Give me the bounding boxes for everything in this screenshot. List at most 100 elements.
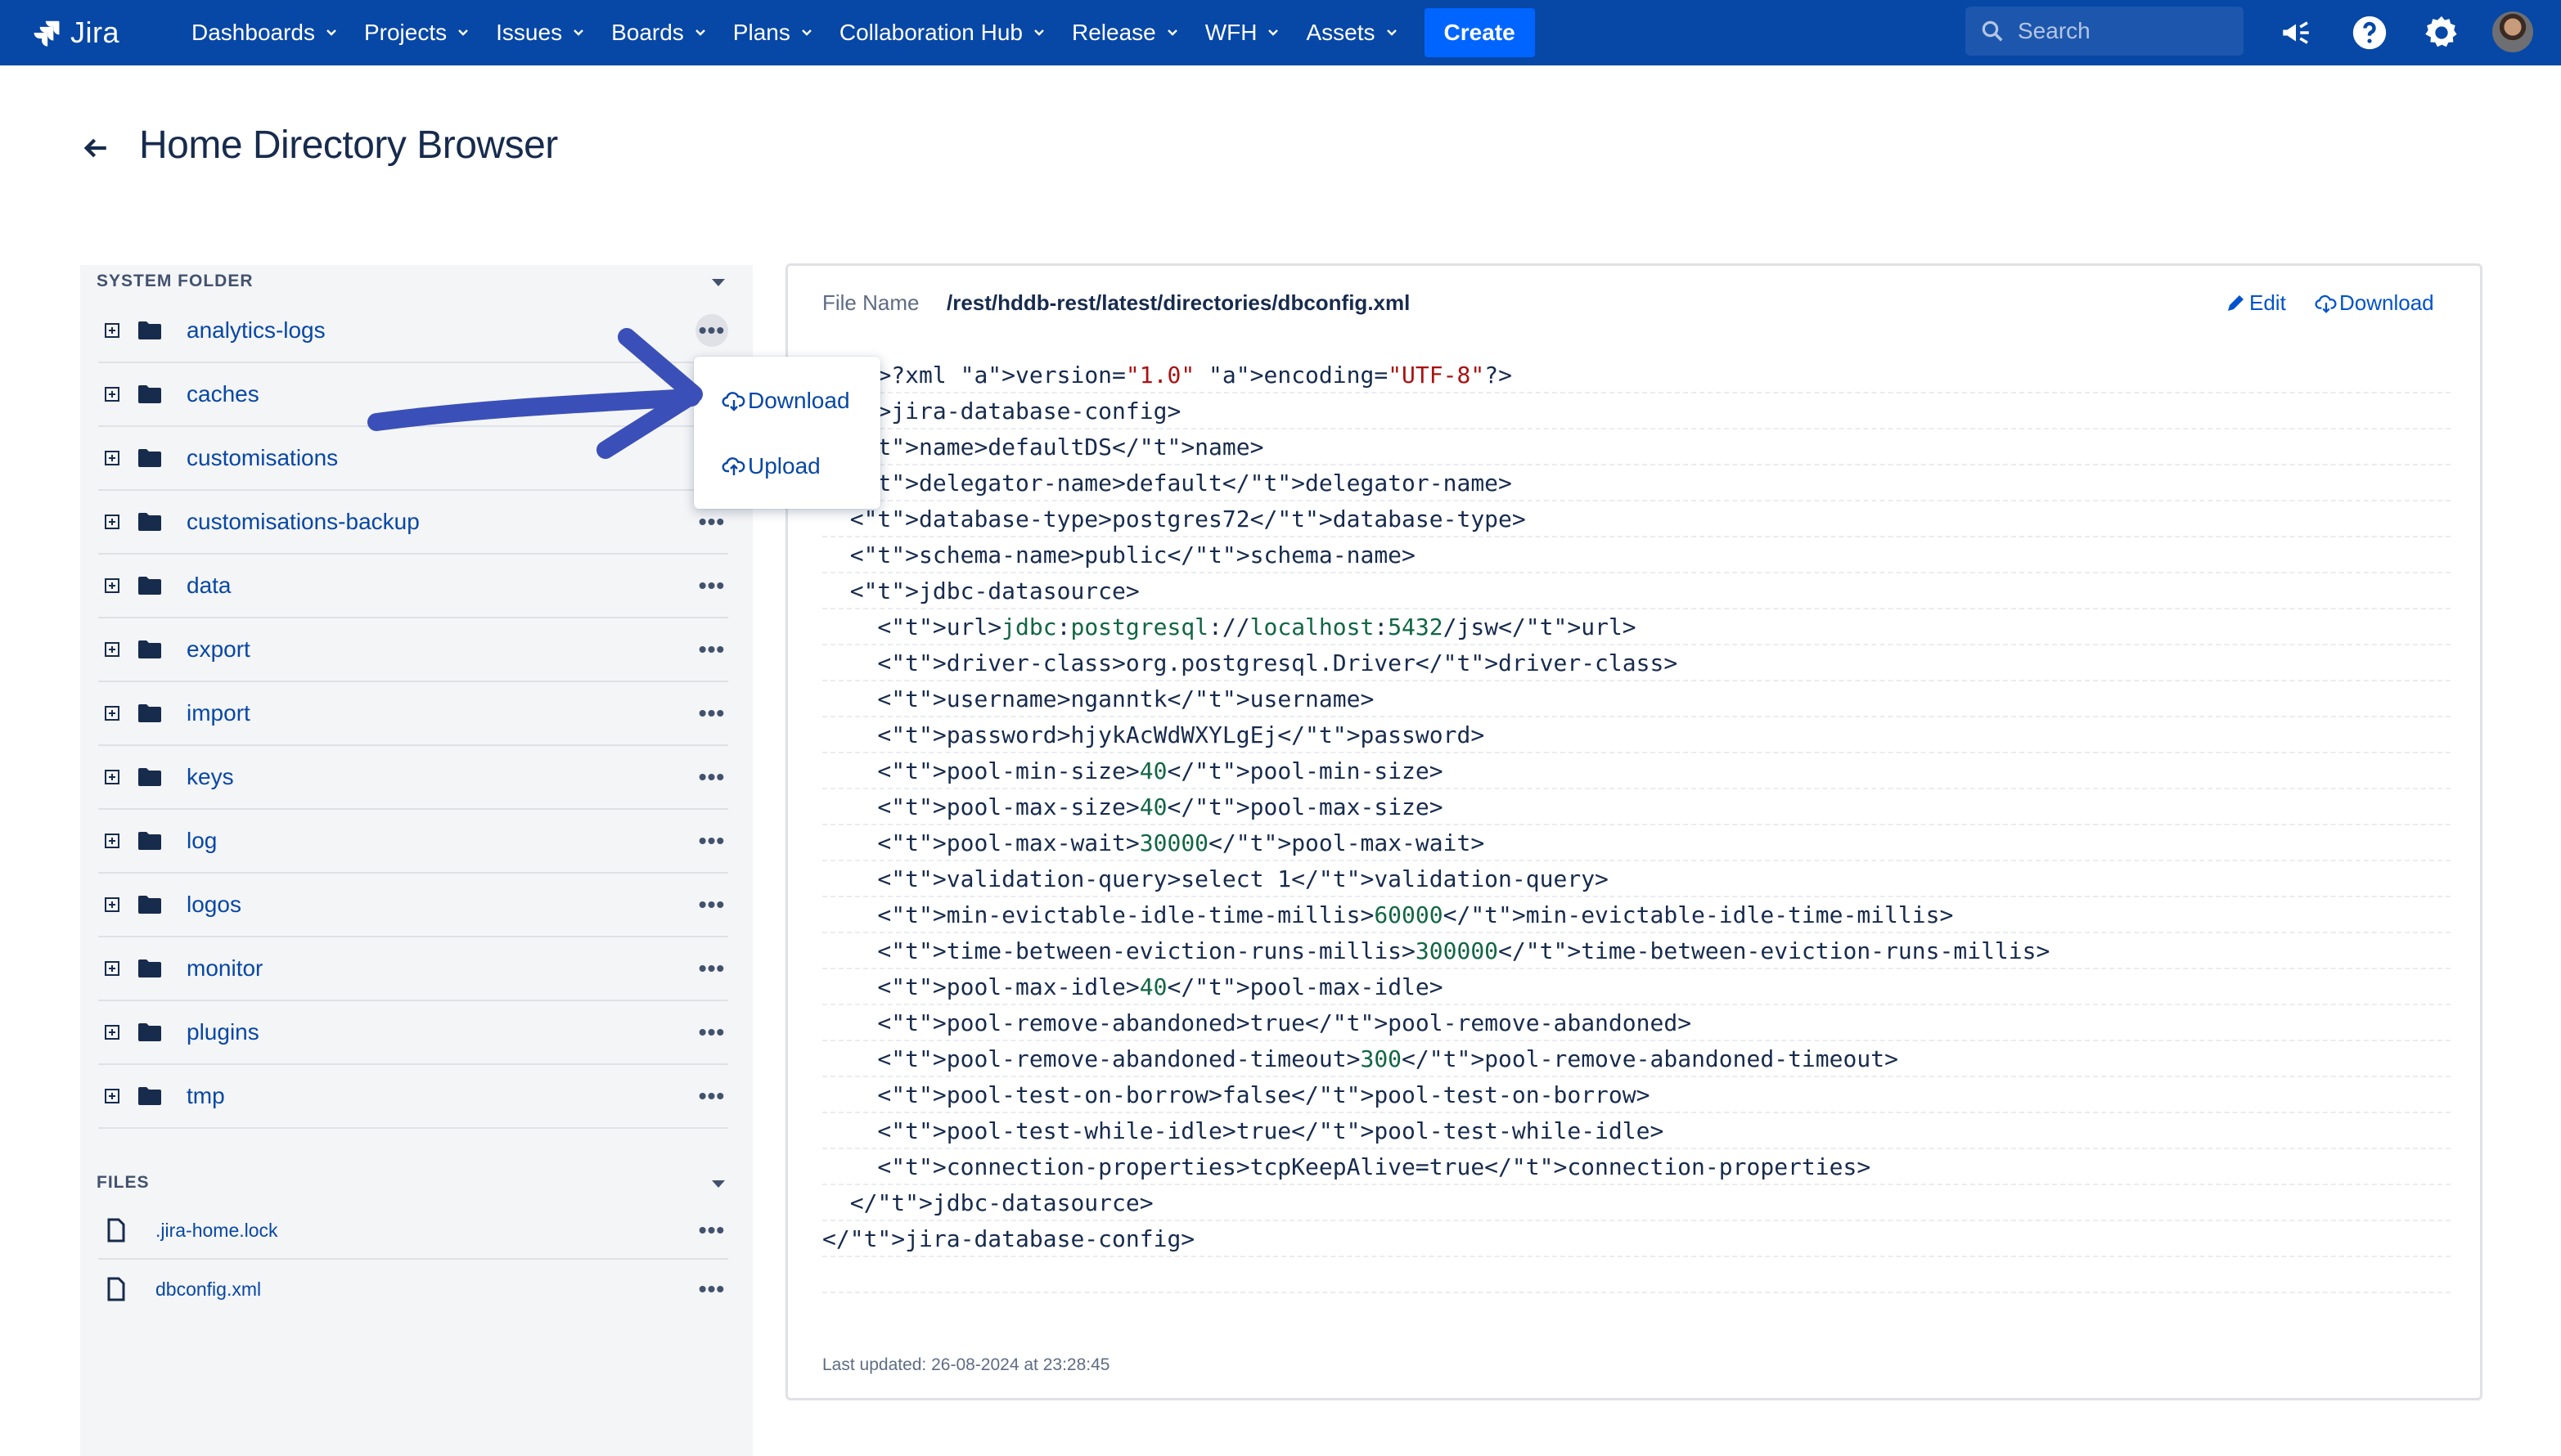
expand-icon[interactable] [105, 706, 119, 721]
folder-name: tmp [187, 1083, 225, 1108]
file-icon [107, 1277, 125, 1301]
file-item-jira-home-lock[interactable]: .jira-home.lock ••• [98, 1201, 728, 1260]
expand-icon[interactable] [105, 834, 119, 848]
nav-boards[interactable]: Boards [598, 0, 720, 65]
chevron-down-icon [458, 29, 468, 36]
caret-down-icon[interactable] [710, 276, 727, 288]
expand-icon[interactable] [105, 1025, 119, 1040]
nav-label: Plans [732, 20, 790, 45]
nav-label: Issues [496, 20, 563, 45]
expand-icon[interactable] [105, 1089, 119, 1103]
folder-item[interactable]: plugins ••• [98, 1001, 728, 1065]
folder-icon [138, 1023, 161, 1041]
nav-plans[interactable]: Plans [720, 0, 826, 65]
back-arrow-icon[interactable] [82, 134, 110, 162]
expand-icon[interactable] [105, 387, 119, 402]
more-actions-button[interactable]: ••• [695, 1214, 728, 1247]
code-line: <"t">jdbc-datasource> [822, 573, 2451, 609]
more-actions-button[interactable]: ••• [695, 825, 728, 857]
nav-menu: Dashboards Projects Issues Boards Plans … [178, 0, 1535, 65]
expand-icon[interactable] [105, 515, 119, 529]
more-actions-button[interactable]: ••• [695, 761, 728, 793]
folder-name: plugins [187, 1019, 259, 1045]
expand-icon[interactable] [105, 961, 119, 976]
code-line: <"t">username>nganntk</"t">username> [822, 681, 2451, 717]
nav-label: Release [1071, 20, 1156, 45]
menu-item-label: Upload [748, 453, 821, 479]
edit-button[interactable]: Edit [2225, 290, 2286, 316]
folder-icon [138, 577, 161, 595]
nav-release[interactable]: Release [1059, 0, 1192, 65]
folder-name: logos [187, 892, 241, 917]
folder-icon [138, 959, 161, 977]
more-actions-button[interactable]: ••• [695, 633, 728, 666]
search-input[interactable]: Search [1965, 7, 2244, 56]
code-line: <"t">pool-max-wait>30000</"t">pool-max-w… [822, 825, 2451, 861]
nav-collaboration-hub[interactable]: Collaboration Hub [826, 0, 1059, 65]
folder-item[interactable]: tmp ••• [98, 1065, 728, 1129]
nav-projects[interactable]: Projects [351, 0, 483, 65]
expand-icon[interactable] [105, 897, 119, 912]
more-actions-button[interactable]: ••• [695, 1080, 728, 1112]
jira-logo[interactable]: Jira [31, 13, 119, 52]
code-line: <"t">jira-database-config> [822, 393, 2451, 429]
nav-wfh[interactable]: WFH [1192, 0, 1294, 65]
file-name: dbconfig.xml [155, 1278, 262, 1300]
nav-issues[interactable]: Issues [483, 0, 598, 65]
nav-label: Projects [363, 20, 448, 45]
code-line: <"t">pool-remove-abandoned-timeout>300</… [822, 1041, 2451, 1077]
more-actions-button[interactable]: ••• [695, 569, 728, 602]
more-actions-button[interactable]: ••• [695, 888, 728, 921]
code-editor[interactable]: <"t">?xml "a">version="1.0" "a">encoding… [822, 357, 2451, 1293]
top-navigation: Jira Dashboards Projects Issues Boards P… [0, 0, 2561, 65]
file-item-dbconfig-xml[interactable]: dbconfig.xml ••• [98, 1260, 728, 1319]
folder-item[interactable]: customisations-backup ••• [98, 491, 728, 555]
code-line: <"t">pool-test-on-borrow>false</"t">pool… [822, 1077, 2451, 1113]
menu-item-download[interactable]: Download [722, 388, 850, 414]
nav-label: Dashboards [191, 20, 315, 45]
folder-item[interactable]: export ••• [98, 618, 728, 682]
folder-item[interactable]: logos ••• [98, 874, 728, 937]
folder-item[interactable]: keys ••• [98, 746, 728, 810]
menu-item-upload[interactable]: Upload [722, 453, 821, 479]
more-actions-button[interactable]: ••• [695, 1016, 728, 1049]
create-button[interactable]: Create [1424, 8, 1535, 57]
expand-icon[interactable] [105, 770, 119, 784]
folder-name: data [187, 573, 232, 598]
folder-icon [138, 513, 161, 531]
more-icon: ••• [698, 1276, 726, 1301]
expand-icon[interactable] [105, 578, 119, 593]
settings-button[interactable] [2420, 11, 2463, 54]
folder-item[interactable]: log ••• [98, 810, 728, 874]
avatar[interactable] [2492, 11, 2533, 52]
file-icon [107, 1218, 125, 1243]
file-path: /rest/hddb-rest/latest/directories/dbcon… [947, 290, 1411, 315]
more-icon: ••• [698, 828, 726, 853]
nav-dashboards[interactable]: Dashboards [178, 0, 351, 65]
folder-context-menu: Download Upload [694, 357, 880, 509]
chevron-down-icon [574, 29, 583, 36]
notifications-button[interactable] [2275, 11, 2317, 54]
expand-icon[interactable] [105, 323, 119, 338]
folder-item[interactable]: import ••• [98, 682, 728, 746]
expand-icon[interactable] [105, 642, 119, 657]
folder-icon [138, 896, 161, 914]
code-line: </"t">jdbc-datasource> [822, 1185, 2451, 1221]
nav-assets[interactable]: Assets [1293, 0, 1411, 65]
more-actions-button[interactable]: ••• [695, 506, 728, 538]
code-line: <"t">pool-test-while-idle>true</"t">pool… [822, 1113, 2451, 1149]
more-icon: ••• [698, 509, 726, 534]
folder-icon [138, 449, 161, 467]
caret-down-icon[interactable] [710, 1178, 727, 1189]
chevron-down-icon [1034, 29, 1044, 36]
expand-icon[interactable] [105, 451, 119, 465]
megaphone-icon [2283, 21, 2309, 44]
folder-item[interactable]: monitor ••• [98, 937, 728, 1001]
code-line: <"t">validation-query>select 1</"t">vali… [822, 861, 2451, 897]
more-actions-button[interactable]: ••• [695, 952, 728, 985]
download-button[interactable]: Download [2315, 290, 2434, 316]
folder-item[interactable]: data ••• [98, 555, 728, 618]
help-button[interactable] [2348, 11, 2391, 54]
more-actions-button[interactable]: ••• [695, 697, 728, 730]
more-actions-button[interactable]: ••• [695, 1273, 728, 1305]
